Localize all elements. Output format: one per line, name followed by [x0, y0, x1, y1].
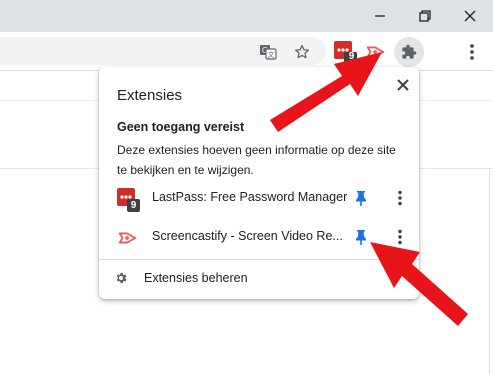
- extension-more-button[interactable]: [391, 188, 409, 208]
- popup-title: Extensies: [117, 87, 183, 104]
- section-heading: Geen toegang vereist: [117, 120, 245, 134]
- more-vert-icon: [470, 44, 474, 60]
- pin-icon[interactable]: [353, 189, 369, 207]
- annotation-arrow-icon: [370, 242, 468, 326]
- section-description: Deze extensies hoeven geen informatie op…: [117, 143, 396, 177]
- close-icon: [464, 10, 476, 22]
- annotation-arrow-icon: [270, 52, 382, 132]
- extensions-puzzle-button[interactable]: [394, 37, 424, 67]
- window-close-button[interactable]: [450, 0, 490, 32]
- popup-close-button[interactable]: [391, 73, 415, 97]
- restore-button[interactable]: [405, 0, 445, 32]
- restore-icon: [419, 10, 431, 22]
- extension-name: LastPass: Free Password Manager: [152, 190, 348, 204]
- extension-row-lastpass[interactable]: 9 LastPass: Free Password Manager: [99, 180, 419, 216]
- puzzle-icon: [402, 44, 417, 59]
- browser-menu-button[interactable]: [460, 40, 484, 64]
- close-icon: [397, 79, 409, 91]
- manage-extensions-label: Extensies beheren: [144, 271, 248, 285]
- pin-icon[interactable]: [353, 228, 369, 246]
- gear-icon: [113, 270, 129, 286]
- lastpass-icon: 9: [117, 188, 140, 212]
- screencastify-icon: [117, 227, 139, 249]
- minimize-button[interactable]: [360, 0, 400, 32]
- more-vert-icon: [398, 190, 402, 206]
- extension-name: Screencastify - Screen Video Re...: [152, 229, 343, 243]
- minimize-icon: [375, 15, 385, 17]
- lastpass-badge: 9: [130, 200, 137, 211]
